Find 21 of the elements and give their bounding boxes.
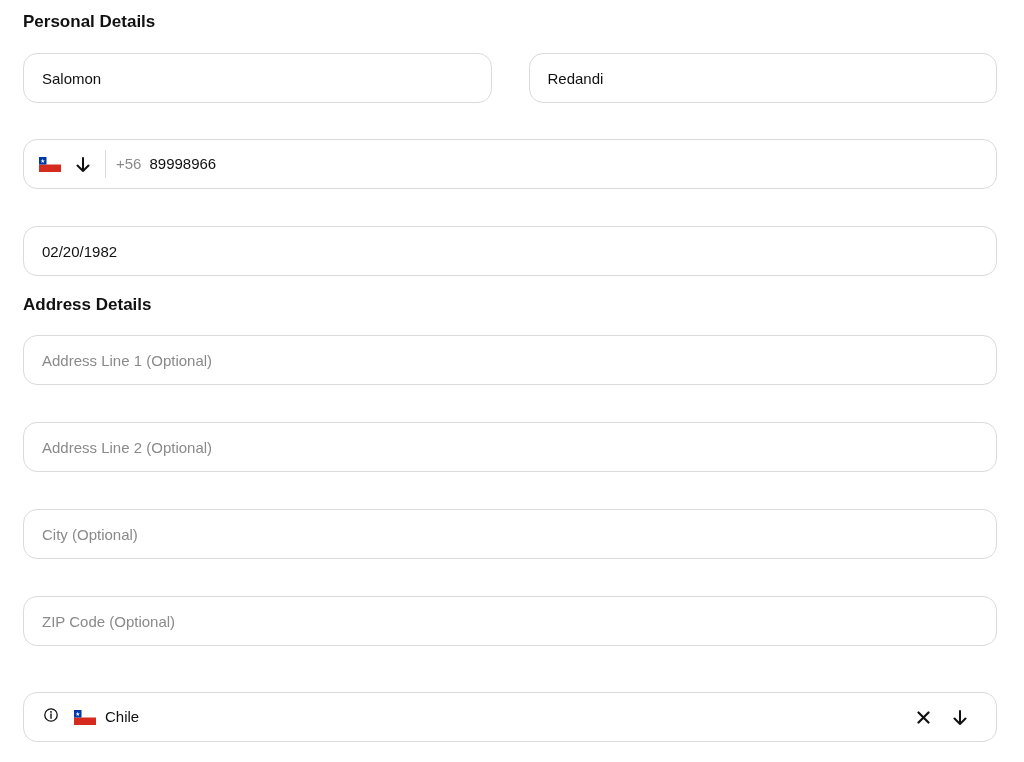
chile-flag-icon — [74, 709, 96, 725]
country-select[interactable]: Chile — [23, 692, 997, 742]
section-heading: Address Details — [23, 294, 152, 316]
chile-flag-icon — [39, 156, 61, 172]
name-input[interactable]: Redandi — [528, 53, 997, 103]
text-input[interactable]: Address Line 1 (Optional) — [23, 335, 997, 385]
date-input[interactable]: 02/20/1982 — [23, 226, 997, 276]
text-input[interactable]: City (Optional) — [23, 509, 997, 559]
info-icon — [44, 708, 58, 722]
section-heading: Personal Details — [23, 11, 156, 33]
name-input[interactable]: Salomon — [23, 53, 492, 103]
arrow-down-icon — [76, 156, 90, 172]
phone-field[interactable]: +56 89998966 — [23, 139, 997, 189]
arrow-down-icon — [953, 709, 967, 725]
phone-number-input[interactable]: 89998966 — [149, 152, 978, 176]
close-icon — [916, 710, 930, 724]
text-input[interactable]: Address Line 2 (Optional) — [23, 422, 997, 472]
text-input[interactable]: ZIP Code (Optional) — [23, 596, 997, 646]
country-value: Chile — [105, 706, 140, 727]
dial-code: +56 — [116, 153, 142, 174]
clear-button[interactable] — [916, 710, 930, 724]
